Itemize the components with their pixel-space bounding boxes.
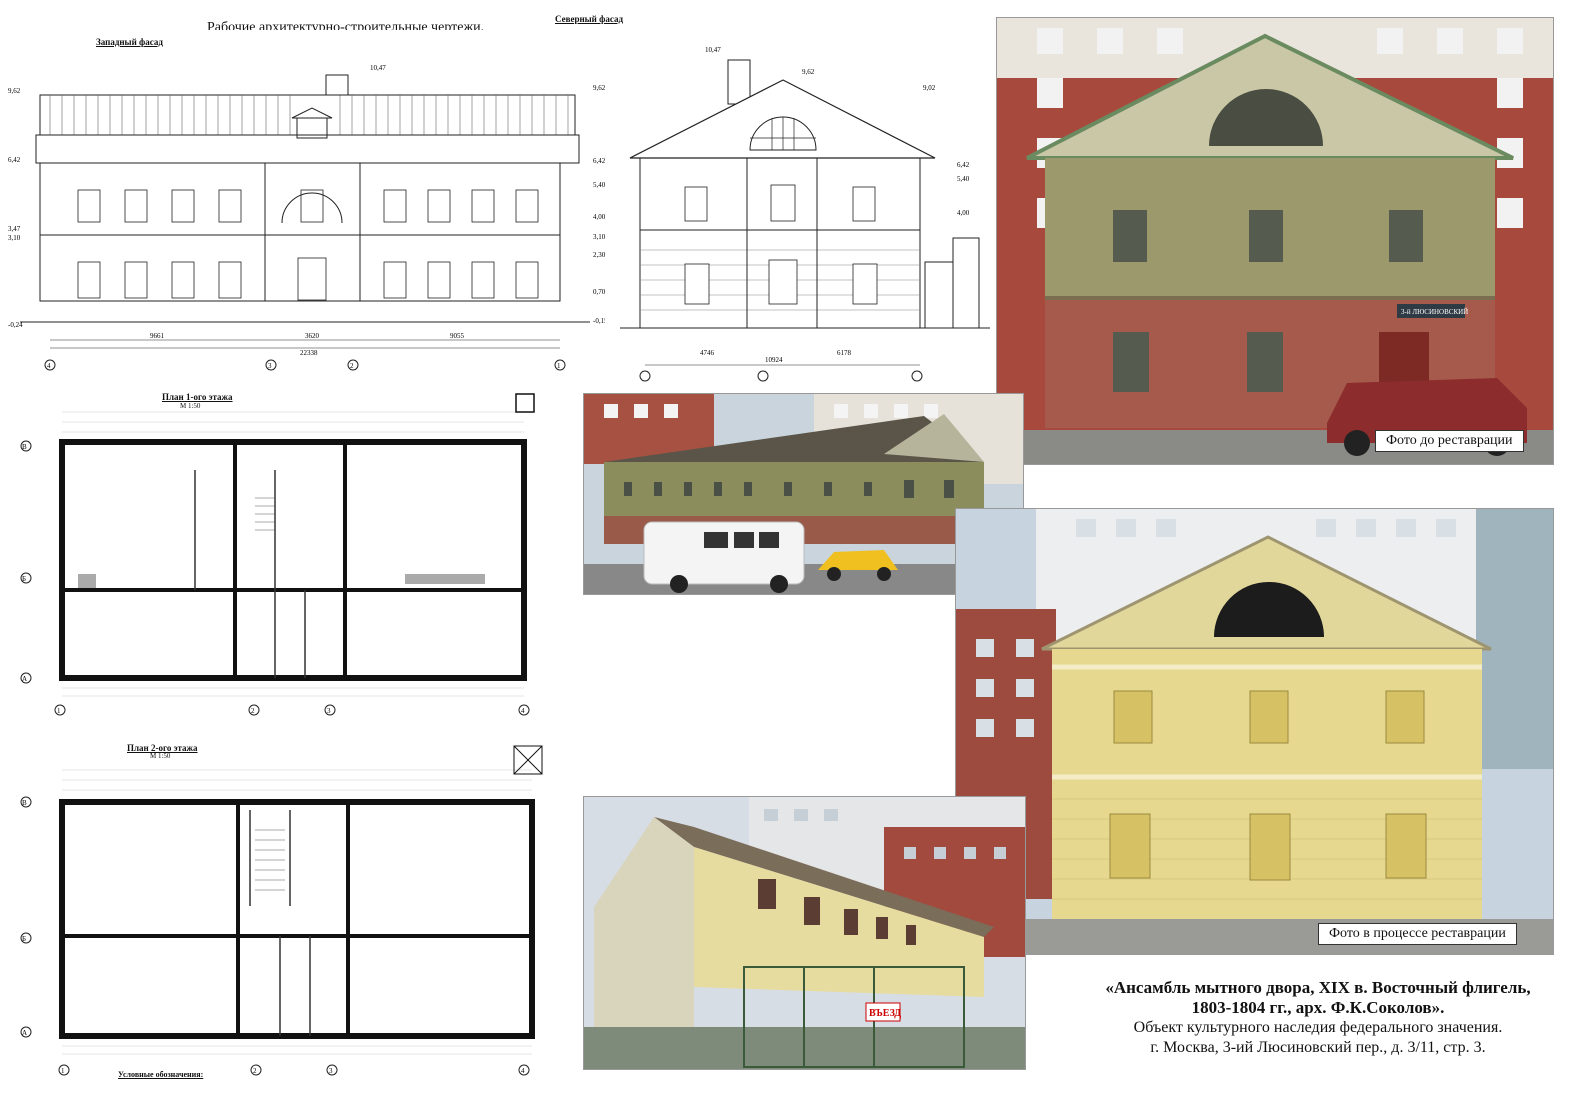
west-rmark-7: 0,70 xyxy=(593,288,606,296)
photo-before-svg: 3-й ЛЮСИНОВСКИЙ xyxy=(997,18,1553,464)
photo-during-perspective: ВЪЕЗД xyxy=(583,796,1026,1070)
north-mark-4: 4,00 xyxy=(957,209,970,217)
p2-col-1: 1 xyxy=(61,1067,65,1075)
street-plaque: 3-й ЛЮСИНОВСКИЙ xyxy=(1401,308,1468,316)
p1-col-1: 1 xyxy=(57,707,61,715)
north-dim-total: 10924 xyxy=(765,356,783,364)
p1-col-2: 2 xyxy=(251,707,255,715)
p2-col-2: 2 xyxy=(253,1067,257,1075)
west-axis-1: 1 xyxy=(557,362,561,370)
caption-before: Фото до реставрации xyxy=(1375,430,1524,452)
west-elevation-drawing: Западный фасад 9661 3620 9055 22338 9,62… xyxy=(0,30,610,375)
west-mark-4: 3,10 xyxy=(8,234,21,242)
west-rmark-6: 2,30 xyxy=(593,251,606,259)
first-plan-svg: В Б А 1 2 3 4 xyxy=(20,393,535,716)
north-mark-3: 5,40 xyxy=(957,175,970,183)
north-mark-1: 9,02 xyxy=(923,84,936,92)
west-axis-4: 4 xyxy=(47,362,51,370)
p1-row-b: Б xyxy=(22,575,26,583)
west-rmark-3: 5,40 xyxy=(593,181,606,189)
west-dim-2: 3620 xyxy=(305,332,320,340)
p1-col-3: 3 xyxy=(327,707,331,715)
photo-before-restoration: 3-й ЛЮСИНОВСКИЙ Фото до реставрации xyxy=(996,17,1554,465)
west-rmark-5: 3,10 xyxy=(593,233,606,241)
caption-during: Фото в процессе реставрации xyxy=(1318,923,1517,945)
west-dim-1: 9661 xyxy=(150,332,165,340)
west-mark-1: 9,62 xyxy=(8,87,21,95)
north-mark-2: 6,42 xyxy=(957,161,970,169)
west-rmark-4: 4,00 xyxy=(593,213,606,221)
north-top-mark: 10,47 xyxy=(705,46,721,54)
p1-row-a: А xyxy=(22,675,27,683)
north-dim-1: 4746 xyxy=(700,349,715,357)
west-mark-5: -0,24 xyxy=(8,321,23,329)
p2-col-3: 3 xyxy=(329,1067,333,1075)
north-elevation-drawing: Северный фасад 4746 6178 10924 10,47 9,6… xyxy=(555,10,995,385)
west-dim-3: 9055 xyxy=(450,332,465,340)
second-floor-plan: План 2-ого этажа М 1:50 Условные обознач… xyxy=(0,740,580,1096)
west-axis-2: 2 xyxy=(350,362,354,370)
gate-sign: ВЪЕЗД xyxy=(869,1008,901,1019)
north-elevation-svg: 4746 6178 10924 10,47 9,62 9,02 6,42 5,4… xyxy=(620,46,990,382)
west-mark-2: 6,42 xyxy=(8,156,21,164)
north-dim-2: 6178 xyxy=(837,349,852,357)
p2-row-a: А xyxy=(22,1029,27,1037)
west-top-mark: 10,47 xyxy=(370,64,386,72)
photo-during-persp-svg: ВЪЕЗД xyxy=(584,797,1025,1069)
west-rmark-1: 9,62 xyxy=(593,84,606,92)
photo-during-svg xyxy=(956,509,1553,954)
p1-col-4: 4 xyxy=(521,707,525,715)
west-mark-3: 3,47 xyxy=(8,225,21,233)
west-dim-total: 22338 xyxy=(300,349,318,357)
info-line-2: 1803-1804 гг., арх. Ф.К.Соколов». xyxy=(1191,998,1445,1017)
west-axis-3: 3 xyxy=(268,362,272,370)
info-line-3: Объект культурного наследия федерального… xyxy=(1133,1019,1503,1036)
photo-during-restoration: Фото в процессе реставрации xyxy=(955,508,1554,955)
north-ridge-mark: 9,62 xyxy=(802,68,815,76)
p1-row-v: В xyxy=(22,443,27,451)
p2-row-b: Б xyxy=(22,935,26,943)
object-info: «Ансамбль мытного двора, XIX в. Восточны… xyxy=(1058,978,1578,1058)
west-elevation-svg: 9661 3620 9055 22338 9,62 6,42 3,47 3,10… xyxy=(8,64,608,371)
p2-col-4: 4 xyxy=(521,1067,525,1075)
first-floor-plan: План 1-ого этажа М 1:50 В Б А 1 2 3 4 xyxy=(0,390,580,725)
info-line-1: «Ансамбль мытного двора, XIX в. Восточны… xyxy=(1105,978,1531,997)
info-line-4: г. Москва, 3-ий Люсиновский пер., д. 3/1… xyxy=(1150,1039,1486,1056)
p2-row-v: В xyxy=(22,799,27,807)
second-plan-svg: В Б А 1 2 3 4 xyxy=(20,745,543,1076)
west-rmark-2: 6,42 xyxy=(593,157,606,165)
